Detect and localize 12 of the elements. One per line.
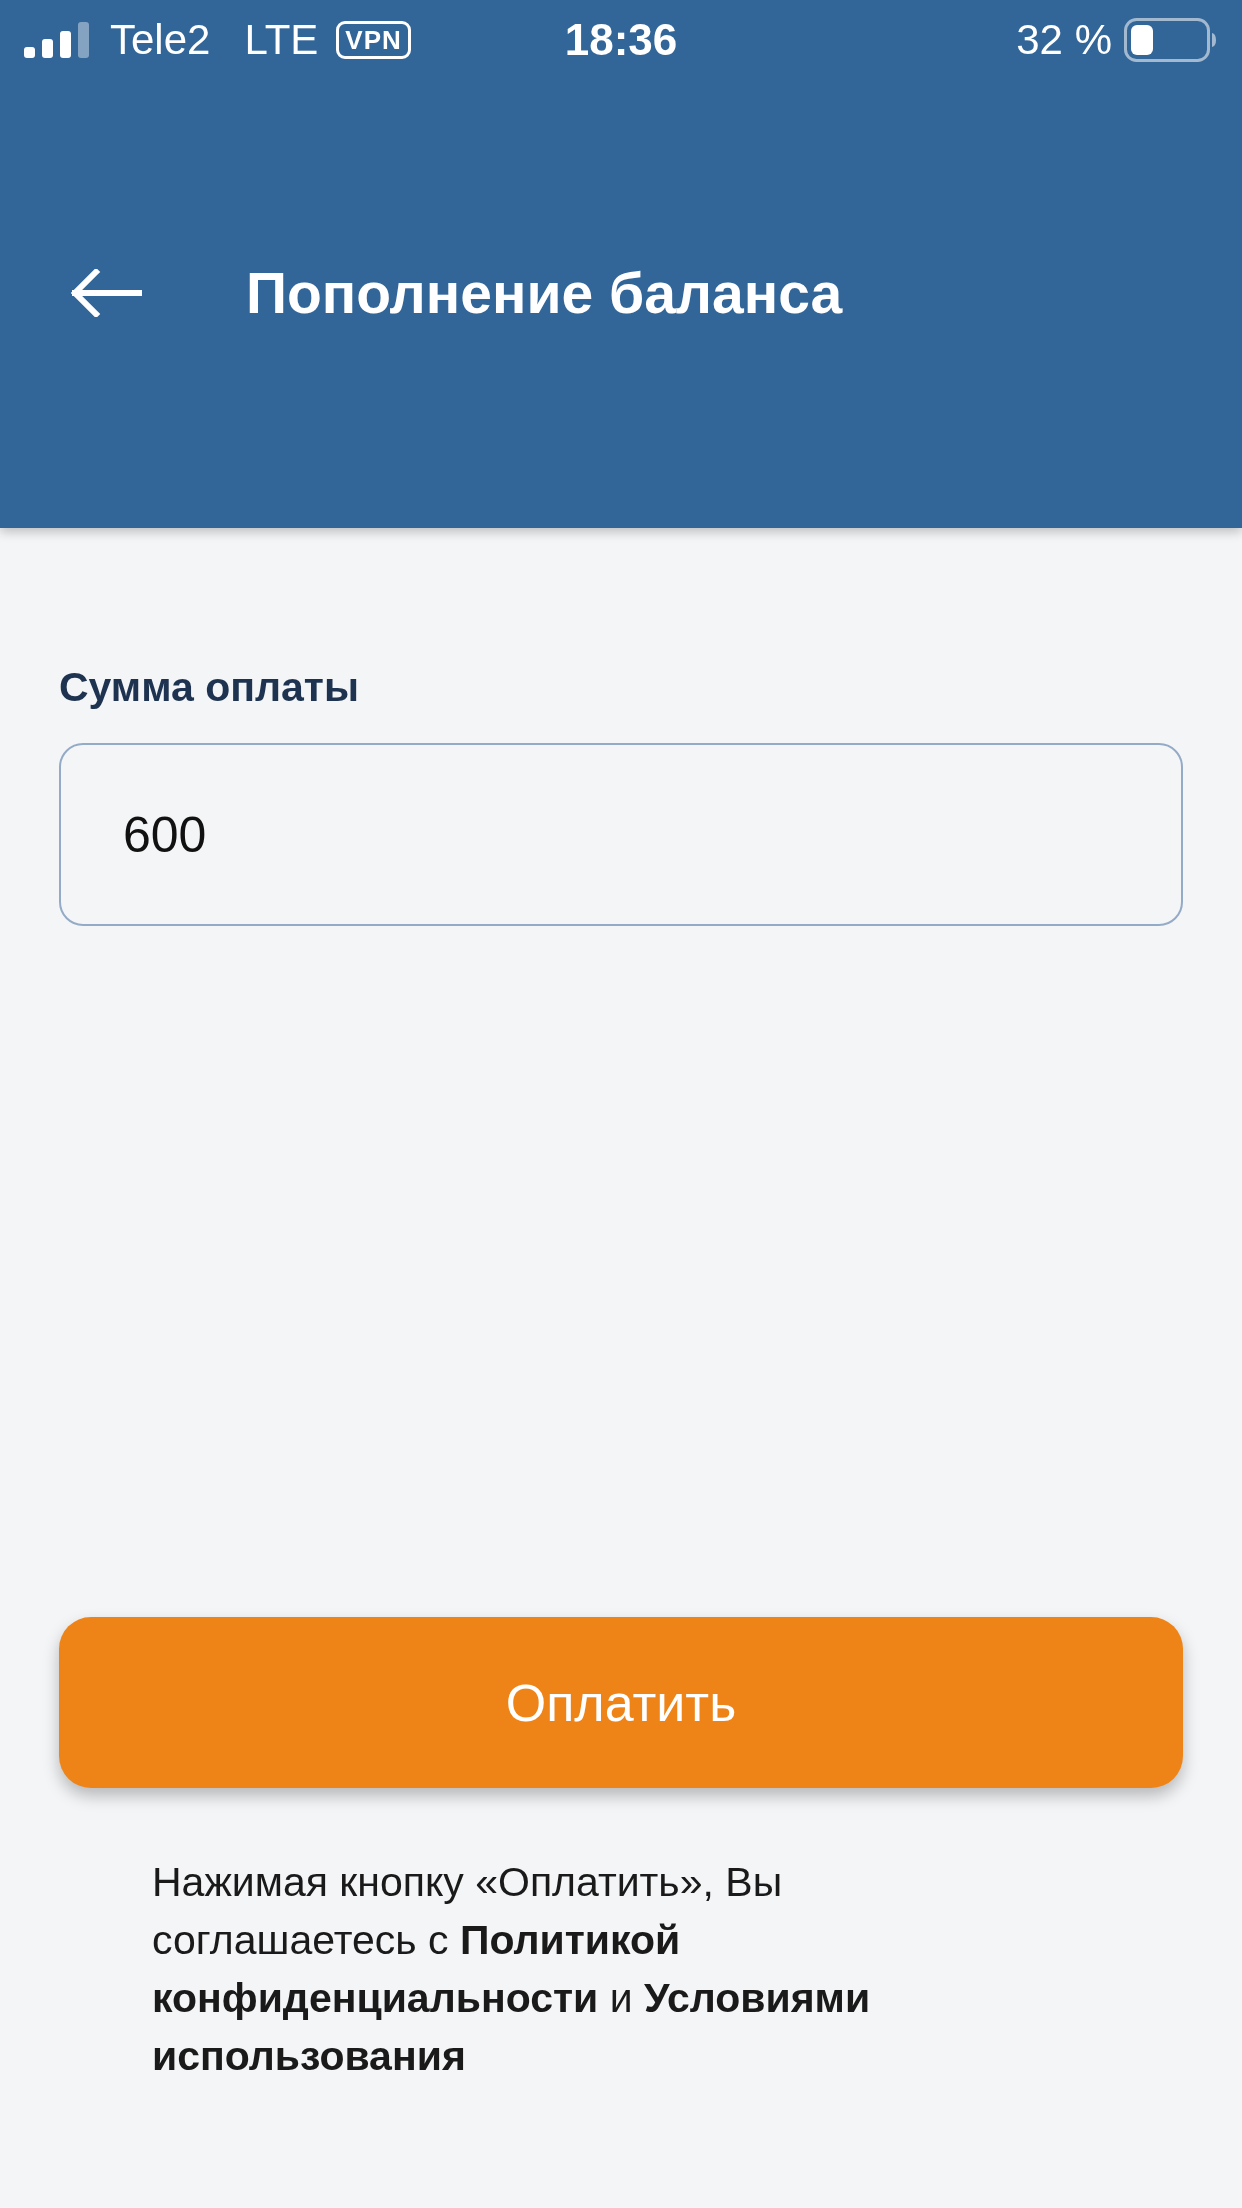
vpn-badge: VPN [336, 21, 411, 59]
signal-icon [24, 22, 90, 58]
battery-percent: 32 % [1016, 19, 1112, 61]
battery-icon [1124, 18, 1216, 62]
back-arrow-icon [70, 269, 142, 317]
page-title: Пополнение баланса [246, 264, 843, 322]
amount-label: Сумма оплаты [59, 663, 359, 712]
network-type: LTE [244, 19, 319, 61]
clock-time: 18:36 [564, 18, 678, 62]
carrier-name: Tele2 [110, 19, 211, 61]
consent-text: Нажимая кнопку «Оплатить», Вы соглашаетесь с Политикой конфиденциальности и Условиями использования [152, 1858, 872, 2081]
amount-field[interactable]: 600 [59, 743, 1183, 926]
